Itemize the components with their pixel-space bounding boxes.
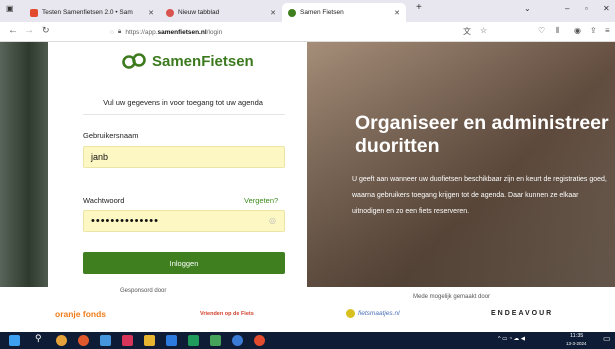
word-icon[interactable] [166,335,177,346]
app-icon[interactable] [122,335,133,346]
menu-icon[interactable]: ≡ [605,26,610,35]
store-icon[interactable] [100,335,111,346]
tab-list-icon[interactable]: ⌄ [524,4,531,13]
maximize-icon[interactable]: ▫ [585,4,588,13]
brand-name: SamenFietsen [152,52,254,70]
bookmark-star-icon[interactable]: ☆ [480,26,487,35]
tab-favicon-icon [288,8,296,17]
close-icon[interactable]: ✕ [148,9,154,17]
search-icon[interactable]: ⚲ [35,333,42,344]
password-label: Wachtwoord [83,196,125,205]
fietsmaatjes-icon [346,309,355,318]
windows-start-icon[interactable] [9,335,20,346]
lock-icon: 🔒︎ [117,28,122,35]
windows-taskbar: ⚲ ^ ▭ ◔ ☁ ◀ 11:35 13-3-2024 ▭ [0,332,615,349]
tab-overview-icon[interactable]: ▣ [6,4,14,13]
tab-label: Nieuw tabblad [178,9,220,16]
clock-time[interactable]: 11:35 [570,333,583,339]
close-icon[interactable]: ✕ [270,9,276,17]
address-bar[interactable]: ◌ 🔒︎ https://app.samenfietsen.nl/login [110,26,440,38]
pocket-icon[interactable]: ♡ [538,26,545,35]
background-photo-left [0,42,48,287]
login-intro: Vul uw gegevens in voor toegang tot uw a… [103,98,263,107]
minimize-icon[interactable]: – [565,4,569,13]
divider [83,114,285,115]
browser-toolbar: ← → ↻ ◌ 🔒︎ https://app.samenfietsen.nl/l… [0,22,615,42]
made-possible-label: Mede mogelijk gemaakt door [413,294,491,300]
username-input[interactable]: janb [83,146,285,168]
app-icon[interactable] [210,335,221,346]
excel-icon[interactable] [188,335,199,346]
file-explorer-icon[interactable] [144,335,155,346]
login-page: Organiseer en administreer duoritten U g… [0,42,615,332]
username-value: janb [91,152,109,162]
sponsor-logo-endeavour[interactable]: ENDEAVOUR [491,310,553,317]
tab-nieuw-tabblad[interactable]: Nieuw tabblad ✕ [160,3,282,22]
tab-samen-fietsen[interactable]: Samen Fietsen ✕ [282,3,406,22]
tab-label: Samen Fietsen [300,9,344,16]
clock-date[interactable]: 13-3-2024 [566,341,587,346]
hero-heading: Organiseer en administreer duoritten [355,112,609,157]
translate-icon[interactable]: 文 [463,26,471,37]
hero-photo [307,42,615,287]
close-window-icon[interactable]: ✕ [603,4,610,13]
login-button[interactable]: Inloggen [83,252,285,274]
hero-text: U geeft aan wanneer uw duofietsen beschi… [352,176,607,215]
back-icon[interactable]: ← [8,25,18,36]
password-value: •••••••••••••• [91,215,159,227]
tab-label: Testen Samenfietsen 2.0 • Sam [42,9,133,16]
system-tray-icons[interactable]: ^ ▭ ◔ ☁ ◀ [498,336,525,342]
browser-tab-bar: ▣ Testen Samenfietsen 2.0 • Sam ✕ Nieuw … [0,0,615,22]
tab-testen[interactable]: Testen Samenfietsen 2.0 • Sam ✕ [24,3,160,22]
edge-icon[interactable] [232,335,243,346]
forward-icon[interactable]: → [24,25,34,36]
library-icon[interactable]: ⫴ [556,26,559,36]
sponsor-logo-vrienden[interactable]: Vrienden op de Fiets [200,311,254,317]
account-icon[interactable]: ◉ [574,26,581,35]
shield-icon: ◌ [110,28,114,36]
close-icon[interactable]: ✕ [394,9,400,17]
sponsored-by-label: Gesponsord door [120,288,167,294]
notification-icon[interactable]: ▭ [603,334,611,343]
bicycle-logo-icon [122,53,146,69]
tab-favicon-icon [30,8,38,17]
app-icon[interactable] [254,335,265,346]
sponsor-footer: Gesponsord door Mede mogelijk gemaakt do… [0,287,615,332]
sponsor-logo-fietsmaatjes[interactable]: fietsmaatjes.nl [346,309,400,318]
extensions-icon[interactable]: ⇪ [590,26,597,35]
new-tab-button[interactable]: + [416,2,422,13]
forgot-password-link[interactable]: Vergeten? [244,196,278,205]
url-text: https://app.samenfietsen.nl/login [125,28,223,36]
sponsor-logo-oranje-fonds[interactable]: oranje fonds [55,309,106,319]
show-password-icon[interactable]: ◎ [269,216,276,225]
username-label: Gebruikersnaam [83,131,139,140]
reload-icon[interactable]: ↻ [42,25,50,36]
password-input[interactable]: •••••••••••••• ◎ [83,210,285,232]
brand-logo[interactable]: SamenFietsen [122,52,254,70]
chrome-icon[interactable] [56,335,67,346]
tab-favicon-icon [166,8,174,17]
firefox-icon[interactable] [78,335,89,346]
